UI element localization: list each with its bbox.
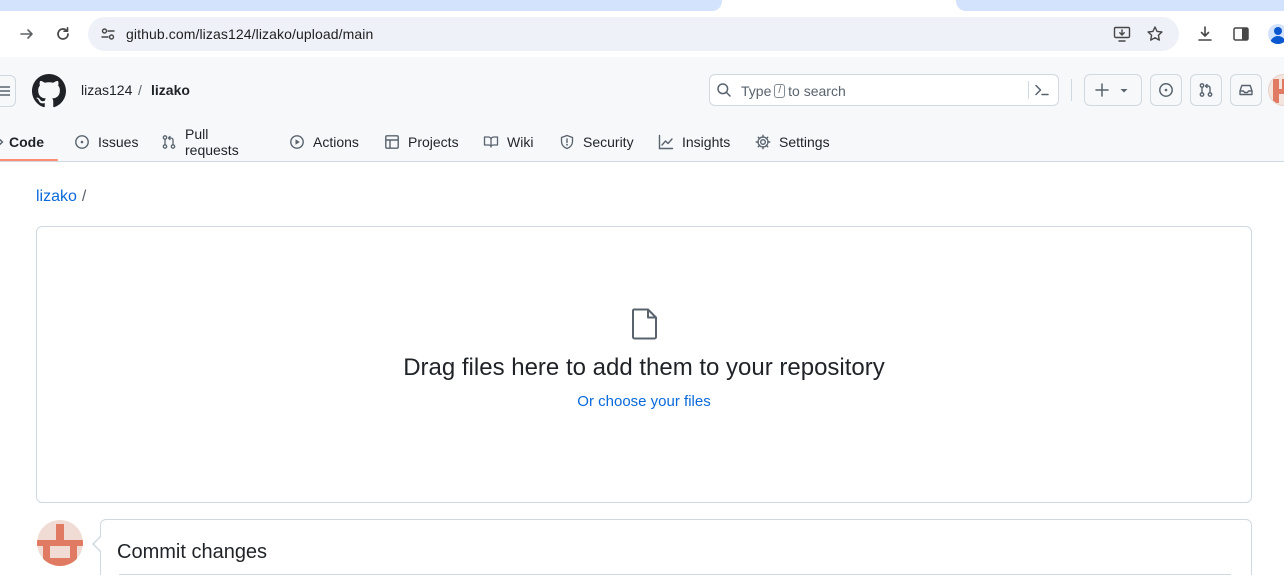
site-info-icon[interactable] <box>97 23 119 45</box>
code-icon <box>0 138 4 145</box>
tab-security[interactable]: Security <box>559 121 634 162</box>
gear-icon <box>755 134 771 149</box>
tab-code[interactable]: Code <box>0 121 58 162</box>
identicon-icon <box>1273 79 1284 103</box>
tab-pull-requests-label: Pull requests <box>185 125 239 158</box>
play-icon <box>290 134 304 149</box>
file-drop-zone[interactable]: Drag files here to add them to your repo… <box>36 226 1252 503</box>
reload-icon[interactable] <box>52 23 74 45</box>
tab-issues-label: Issues <box>98 133 139 150</box>
commit-changes-title: Commit changes <box>117 541 268 563</box>
tab-settings[interactable]: Settings <box>755 121 830 162</box>
repo-name-link[interactable]: lizako <box>151 82 190 98</box>
repo-owner-link[interactable]: lizas124 <box>81 82 132 98</box>
github-header: lizas124 / lizako Type / to search Code <box>0 57 1284 162</box>
header-divider <box>1071 79 1072 101</box>
search-divider <box>1028 81 1029 99</box>
tab-pull-requests[interactable]: Pull requests <box>161 121 239 162</box>
bookmark-star-icon[interactable] <box>1144 23 1166 45</box>
browser-toolbar: github.com/lizas124/lizako/upload/main <box>0 11 1284 57</box>
drop-zone-title: Drag files here to add them to your repo… <box>403 354 885 381</box>
command-palette-icon[interactable] <box>1034 82 1050 98</box>
tab-wiki-label: Wiki <box>507 133 534 150</box>
inbox-button[interactable] <box>1230 74 1262 106</box>
commit-author-avatar <box>37 520 83 566</box>
tab-issues[interactable]: Issues <box>74 121 138 162</box>
hamburger-icon <box>0 86 10 96</box>
install-app-icon[interactable] <box>1111 23 1133 45</box>
book-icon <box>483 135 499 148</box>
breadcrumb-repo-link[interactable]: lizako <box>36 188 77 206</box>
issue-opened-icon <box>75 134 89 149</box>
identicon-icon <box>37 524 83 566</box>
search-prefix-text: Type <box>741 83 772 99</box>
tab-code-label: Code <box>9 133 44 150</box>
search-placeholder: Type / to search <box>741 83 846 99</box>
triangle-down-icon <box>1120 89 1128 93</box>
search-input[interactable]: Type / to search <box>709 74 1059 106</box>
search-shortcut-key: / <box>774 84 786 98</box>
shield-icon <box>560 134 574 149</box>
address-bar[interactable]: github.com/lizas124/lizako/upload/main <box>88 17 1179 51</box>
git-pull-request-icon <box>162 134 176 149</box>
commit-box-caret-fill <box>94 537 101 551</box>
breadcrumb-separator: / <box>81 188 87 205</box>
profile-avatar-icon[interactable] <box>1268 24 1284 44</box>
github-logo-icon[interactable] <box>32 74 66 108</box>
commit-changes-panel: Commit changes <box>100 519 1252 575</box>
tab-actions[interactable]: Actions <box>289 121 359 162</box>
tab-actions-label: Actions <box>313 133 359 150</box>
tab-security-label: Security <box>583 133 634 150</box>
drop-zone-subtitle: Or choose your files <box>37 393 1251 410</box>
tab-insights-label: Insights <box>682 133 731 150</box>
forward-icon[interactable] <box>16 23 38 45</box>
tab-settings-label: Settings <box>779 133 830 150</box>
plus-icon <box>1095 83 1109 97</box>
inactive-tab[interactable] <box>956 0 1284 11</box>
tab-insights[interactable]: Insights <box>658 121 730 162</box>
tab-projects-label: Projects <box>408 133 459 150</box>
menu-button[interactable] <box>0 75 16 107</box>
url-text[interactable]: github.com/lizas124/lizako/upload/main <box>126 26 373 42</box>
inactive-tab[interactable] <box>0 0 722 11</box>
repo-path-separator: / <box>138 82 142 98</box>
create-new-button[interactable] <box>1084 74 1142 106</box>
graph-icon <box>658 134 674 149</box>
inbox-icon <box>1239 84 1253 96</box>
choose-files-link[interactable]: choose your files <box>598 393 711 410</box>
selected-tab-underline <box>0 159 58 161</box>
issues-button[interactable] <box>1150 74 1182 106</box>
downloads-icon[interactable] <box>1194 23 1216 45</box>
search-suffix-text: to search <box>788 83 846 99</box>
user-avatar[interactable] <box>1268 74 1284 106</box>
side-panel-icon[interactable] <box>1230 23 1252 45</box>
breadcrumb: lizako / <box>36 188 86 206</box>
git-pull-request-icon <box>1199 83 1213 97</box>
drop-zone-or-text: Or <box>577 393 594 410</box>
issue-opened-icon <box>1159 83 1173 97</box>
tab-projects[interactable]: Projects <box>384 121 459 162</box>
table-icon <box>385 134 399 149</box>
pull-requests-button[interactable] <box>1190 74 1222 106</box>
tab-wiki[interactable]: Wiki <box>483 121 533 162</box>
search-icon <box>717 83 731 97</box>
browser-tab-strip <box>0 0 1284 11</box>
file-icon <box>632 308 657 340</box>
